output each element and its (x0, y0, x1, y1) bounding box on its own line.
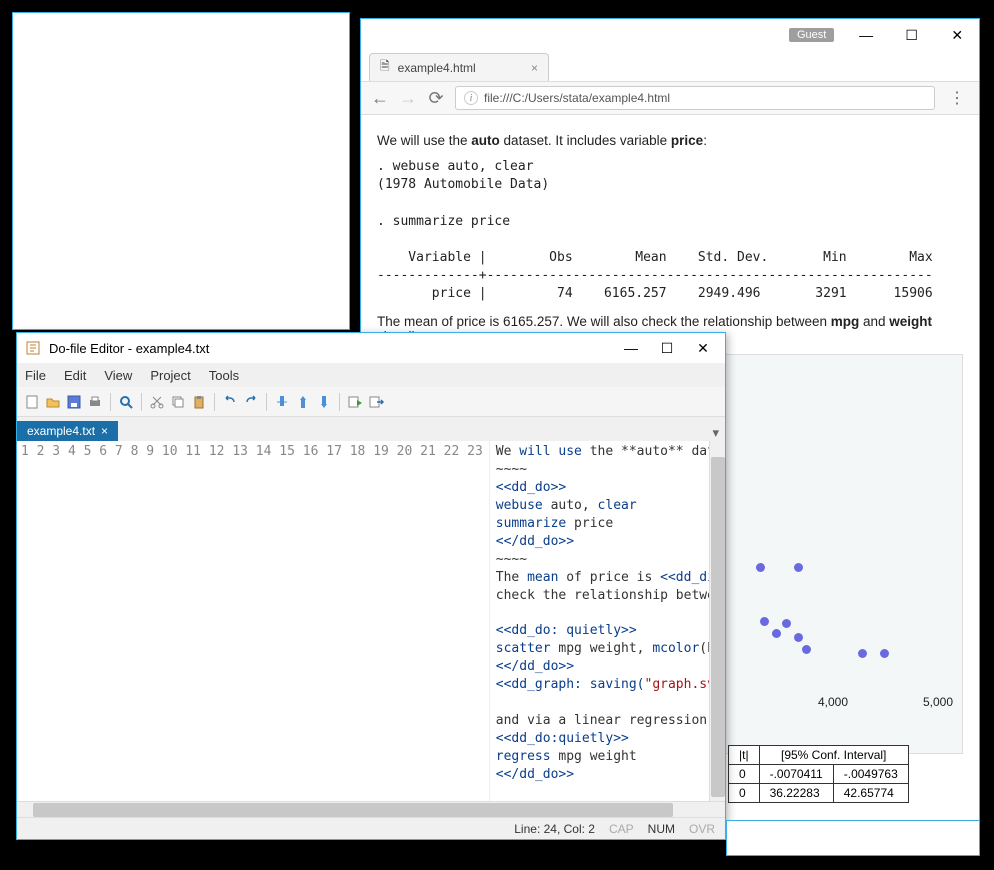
back-button[interactable]: ← (371, 88, 389, 109)
bookmark-next-icon[interactable] (315, 393, 333, 411)
page-icon: 🗎 (380, 57, 390, 78)
x-tick: 5,000 (923, 695, 953, 709)
browser-navbar: ← → ⟳ i file:///C:/Users/stata/example4.… (361, 81, 979, 115)
tab-close-icon[interactable]: × (531, 61, 538, 75)
status-cap: CAP (609, 822, 634, 836)
chart-point (794, 633, 803, 642)
dofile-title: Do-file Editor - example4.txt (49, 341, 609, 356)
new-tab-button[interactable] (555, 61, 575, 81)
code-editor[interactable]: 1 2 3 4 5 6 7 8 9 10 11 12 13 14 15 16 1… (17, 441, 725, 801)
chart-point (880, 649, 889, 658)
menu-file[interactable]: File (25, 368, 46, 383)
new-icon[interactable] (23, 393, 41, 411)
maximize-button[interactable]: ☐ (653, 338, 681, 358)
chart-point (782, 619, 791, 628)
tab-title: example4.html (398, 61, 476, 75)
guest-badge: Guest (789, 28, 834, 42)
print-icon[interactable] (86, 393, 104, 411)
url-text: file:///C:/Users/stata/example4.html (484, 91, 670, 105)
menu-view[interactable]: View (104, 368, 132, 383)
browser-menu-button[interactable]: ⋮ (945, 88, 969, 108)
dofile-tab[interactable]: example4.txt × (17, 421, 118, 441)
chart-point (760, 617, 769, 626)
dofile-tabs: example4.txt × ▾ (17, 417, 725, 441)
browser-titlebar: Guest — ☐ ✕ (361, 19, 979, 51)
status-num: NUM (648, 822, 675, 836)
tabs-dropdown-icon[interactable]: ▾ (712, 425, 719, 441)
dofile-toolbar (17, 387, 725, 417)
menu-project[interactable]: Project (150, 368, 190, 383)
chart-point (756, 563, 765, 572)
scrollbar-thumb[interactable] (33, 803, 673, 817)
scrollbar-thumb[interactable] (711, 457, 725, 797)
dofile-editor-window: Do-file Editor - example4.txt — ☐ ✕ File… (16, 332, 726, 840)
chart-point (794, 563, 803, 572)
line-gutter: 1 2 3 4 5 6 7 8 9 10 11 12 13 14 15 16 1… (17, 441, 490, 801)
execute-icon[interactable] (367, 393, 385, 411)
run-icon[interactable] (346, 393, 364, 411)
status-line-col: Line: 24, Col: 2 (514, 822, 595, 836)
blank-window (12, 12, 350, 330)
menu-edit[interactable]: Edit (64, 368, 86, 383)
open-icon[interactable] (44, 393, 62, 411)
dofile-tab-label: example4.txt (27, 424, 95, 438)
blank-strip (726, 820, 980, 856)
maximize-button[interactable]: ☐ (898, 25, 926, 45)
chart-point (858, 649, 867, 658)
chart-point (772, 629, 781, 638)
minimize-button[interactable]: — (617, 338, 645, 358)
undo-icon[interactable] (221, 393, 239, 411)
reload-button[interactable]: ⟳ (427, 88, 445, 109)
regression-table: |t|[95% Conf. Interval] 0-.0070411-.0049… (728, 745, 909, 803)
cut-icon[interactable] (148, 393, 166, 411)
dofile-titlebar: Do-file Editor - example4.txt — ☐ ✕ (17, 333, 725, 363)
vertical-scrollbar[interactable] (709, 441, 725, 801)
horizontal-scrollbar[interactable] (17, 801, 725, 817)
chart-point (802, 645, 811, 654)
dofile-statusbar: Line: 24, Col: 2 CAP NUM OVR (17, 817, 725, 839)
paste-icon[interactable] (190, 393, 208, 411)
minimize-button[interactable]: — (852, 25, 880, 45)
close-button[interactable]: ✕ (689, 338, 717, 358)
browser-tabs: 🗎 example4.html × (361, 51, 979, 81)
tab-close-icon[interactable]: × (101, 424, 108, 438)
intro-text: We will use the auto dataset. It include… (377, 133, 963, 148)
code-area[interactable]: We will use the **auto** dataset. It inc… (490, 441, 725, 801)
redo-icon[interactable] (242, 393, 260, 411)
bookmark-prev-icon[interactable] (294, 393, 312, 411)
close-button[interactable]: ✕ (943, 25, 971, 45)
forward-button[interactable]: → (399, 88, 417, 109)
save-icon[interactable] (65, 393, 83, 411)
stata-output: . webuse auto, clear (1978 Automobile Da… (377, 158, 963, 304)
info-icon[interactable]: i (464, 91, 478, 105)
menu-tools[interactable]: Tools (209, 368, 239, 383)
dofile-menubar: File Edit View Project Tools (17, 363, 725, 387)
dofile-icon (25, 340, 41, 356)
url-bar[interactable]: i file:///C:/Users/stata/example4.html (455, 86, 935, 110)
status-ovr: OVR (689, 822, 715, 836)
bookmark-toggle-icon[interactable] (273, 393, 291, 411)
find-icon[interactable] (117, 393, 135, 411)
x-tick: 4,000 (818, 695, 848, 709)
browser-tab[interactable]: 🗎 example4.html × (369, 53, 549, 81)
copy-icon[interactable] (169, 393, 187, 411)
